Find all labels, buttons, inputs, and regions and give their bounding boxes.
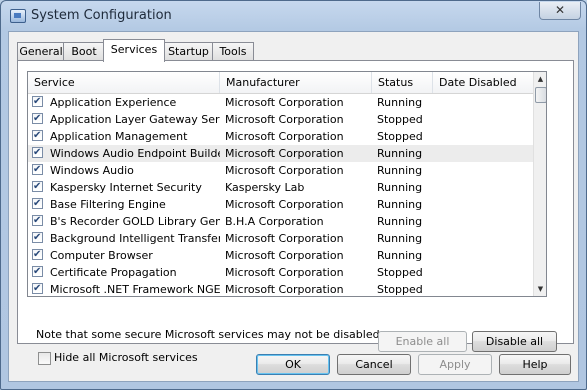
scroll-up-arrow-icon[interactable]: ▲ [535,72,546,86]
service-checkbox[interactable] [32,161,43,178]
service-status: Running [377,96,423,109]
title-bar[interactable]: System Configuration ✕ [1,1,586,31]
service-row[interactable]: Background Intelligent Transfer ... Micro… [28,229,533,247]
service-row[interactable]: Windows Audio Microsoft Corporation Runnin… [28,161,533,179]
service-row[interactable]: Microsoft .NET Framework NGEN... Microsof… [28,280,533,296]
service-status: Stopped [377,113,423,126]
close-button[interactable]: ✕ [539,2,581,20]
system-configuration-icon [10,9,26,23]
service-name: Windows Audio Endpoint Builder [50,147,220,160]
service-name: Computer Browser [50,249,153,262]
service-name: Background Intelligent Transfer ... [50,232,220,245]
service-row[interactable]: Application Layer Gateway Service Microso… [28,110,533,128]
service-manufacturer: Microsoft Corporation [225,96,344,109]
service-name: Application Management [50,130,188,143]
service-name: Application Layer Gateway Service [50,113,220,126]
service-checkbox[interactable] [32,144,43,161]
service-checkbox[interactable] [32,178,43,195]
service-status: Running [377,181,423,194]
service-status: Running [377,249,423,262]
service-manufacturer: Microsoft Corporation [225,198,344,211]
tab-services[interactable]: Services [103,39,165,62]
tab-startup[interactable]: Startup [163,42,214,61]
service-row[interactable]: Application Management Microsoft Corporat… [28,127,533,145]
service-status: Running [377,164,423,177]
service-checkbox[interactable] [32,263,43,280]
service-row[interactable]: Base Filtering Engine Microsoft Corporati… [28,195,533,213]
column-header-service[interactable]: Service [28,72,220,93]
system-configuration-window: System Configuration ✕ General Boot Serv… [0,0,587,390]
dialog-client-area: General Boot Services Startup Tools Serv… [8,31,579,382]
service-row[interactable]: Kaspersky Internet Security Kaspersky Lab… [28,178,533,196]
service-checkbox[interactable] [32,229,43,246]
service-manufacturer: Microsoft Corporation [225,266,344,279]
service-status: Running [377,147,423,160]
enable-all-button[interactable]: Enable all [378,331,467,352]
help-button[interactable]: Help [499,354,571,375]
services-panel: Service Manufacturer Status Date Disable… [17,60,574,365]
service-row[interactable]: Application Experience Microsoft Corporat… [28,93,533,111]
service-checkbox[interactable] [32,195,43,212]
service-status: Running [377,198,423,211]
service-row[interactable]: B's Recorder GOLD Library Gene... B.H.A C… [28,212,533,230]
service-manufacturer: Microsoft Corporation [225,232,344,245]
service-name: B's Recorder GOLD Library Gene... [50,215,220,228]
scrollbar-thumb[interactable] [535,87,546,103]
service-checkbox[interactable] [32,280,43,296]
service-checkbox[interactable] [32,212,43,229]
window-title: System Configuration [31,8,172,23]
service-status: Stopped [377,266,423,279]
service-status: Stopped [377,130,423,143]
tab-boot[interactable]: Boot [63,42,105,61]
hide-microsoft-services-checkbox[interactable] [38,352,51,365]
service-manufacturer: Microsoft Corporation [225,164,344,177]
disable-all-button[interactable]: Disable all [472,331,557,352]
service-row[interactable]: Computer Browser Microsoft Corporation Run… [28,246,533,264]
service-checkbox[interactable] [32,127,43,144]
column-header-status[interactable]: Status [372,72,433,93]
service-status: Stopped [377,283,423,296]
service-name: Application Experience [50,96,177,109]
column-header-manufacturer[interactable]: Manufacturer [220,72,372,93]
service-name: Certificate Propagation [50,266,177,279]
ok-button[interactable]: OK [256,354,330,375]
tab-general[interactable]: General [17,42,65,61]
service-manufacturer: Microsoft Corporation [225,147,344,160]
service-status: Running [377,215,423,228]
service-manufacturer: Microsoft Corporation [225,283,344,296]
service-checkbox[interactable] [32,110,43,127]
service-manufacturer: Kaspersky Lab [225,181,305,194]
vertical-scrollbar[interactable]: ▲ ▼ [533,72,546,296]
service-status: Running [377,232,423,245]
service-manufacturer: Microsoft Corporation [225,113,344,126]
service-checkbox[interactable] [32,246,43,263]
service-row[interactable]: Certificate Propagation Microsoft Corpora… [28,263,533,281]
services-list[interactable]: Service Manufacturer Status Date Disable… [27,71,547,297]
apply-button[interactable]: Apply [418,354,492,375]
service-row[interactable]: Windows Audio Endpoint Builder Microsoft … [28,144,533,162]
service-name: Microsoft .NET Framework NGEN... [50,283,220,296]
service-name: Base Filtering Engine [50,198,166,211]
service-name: Windows Audio [50,164,134,177]
scroll-down-arrow-icon[interactable]: ▼ [535,282,546,296]
services-rows: Application Experience Microsoft Corporat… [28,93,533,296]
service-manufacturer: Microsoft Corporation [225,249,344,262]
tab-tools[interactable]: Tools [212,42,254,61]
services-list-header: Service Manufacturer Status Date Disable… [28,72,533,94]
service-manufacturer: Microsoft Corporation [225,130,344,143]
column-header-date-disabled[interactable]: Date Disabled [433,72,533,93]
hide-microsoft-services-label[interactable]: Hide all Microsoft services [54,351,198,364]
service-checkbox[interactable] [32,93,43,110]
service-manufacturer: B.H.A Corporation [225,215,324,228]
service-name: Kaspersky Internet Security [50,181,202,194]
cancel-button[interactable]: Cancel [337,354,411,375]
secure-services-note: Note that some secure Microsoft services… [36,328,384,341]
